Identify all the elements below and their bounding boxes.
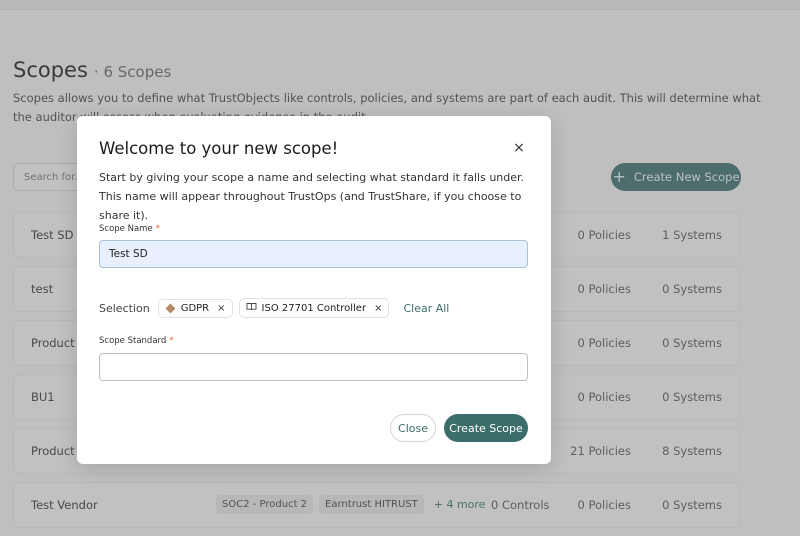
modal-title: Welcome to your new scope! [99, 139, 339, 158]
new-scope-modal: Welcome to your new scope! × Start by gi… [77, 116, 551, 464]
chip-label: GDPR [180, 302, 210, 314]
scope-standard-label: Scope Standard * [99, 336, 174, 346]
scope-standard-input[interactable] [99, 353, 528, 381]
close-button[interactable]: Close [390, 414, 436, 442]
remove-chip-icon[interactable]: × [374, 303, 382, 314]
scope-name-label-text: Scope Name [99, 224, 153, 234]
clear-all-link[interactable]: Clear All [403, 302, 449, 315]
gdpr-chip: GDPR × [157, 298, 233, 318]
scope-standard-label-text: Scope Standard [99, 336, 167, 346]
diamond-icon [165, 303, 176, 313]
required-indicator: * [169, 336, 174, 346]
scope-name-label: Scope Name * [99, 224, 160, 234]
chip-label: ISO 27701 Controller [261, 302, 367, 314]
modal-description: Start by giving your scope a name and se… [99, 171, 525, 222]
scope-name-input[interactable] [99, 240, 528, 268]
iso-27701-chip: ISO 27701 Controller × [238, 298, 390, 318]
book-icon [246, 302, 257, 314]
selection-label: Selection [99, 301, 150, 315]
required-indicator: * [155, 224, 160, 234]
close-icon[interactable]: × [511, 140, 527, 156]
selection-row: Selection GDPR × ISO 27701 Controller × … [99, 298, 449, 318]
remove-chip-icon[interactable]: × [217, 303, 225, 314]
create-scope-button[interactable]: Create Scope [444, 414, 528, 442]
